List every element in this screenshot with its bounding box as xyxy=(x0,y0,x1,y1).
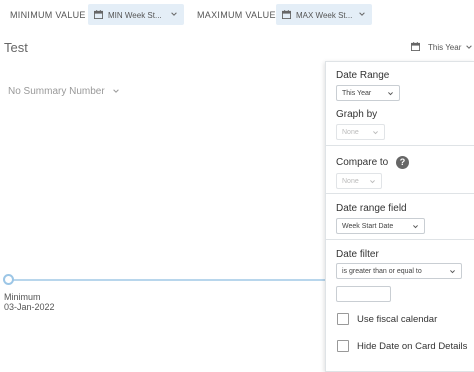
card-title: Test xyxy=(4,40,28,55)
date-filter-dropdown[interactable]: is greater than or equal to xyxy=(336,263,462,279)
chevron-down-icon xyxy=(373,131,378,135)
graph-by-title: Graph by xyxy=(336,109,378,120)
chevron-down-icon xyxy=(113,89,120,94)
slider-min-date: 03-Jan-2022 xyxy=(4,302,55,312)
summary-number-placeholder: No Summary Number xyxy=(8,86,105,97)
compare-value: None xyxy=(342,178,359,185)
hide-date-label: Hide Date on Card Details xyxy=(357,341,468,352)
date-range-title: Date Range xyxy=(336,70,390,81)
date-range-section: Date Range This Year Graph by None xyxy=(326,62,474,146)
date-range-dropdown[interactable]: This Year xyxy=(336,85,400,101)
max-value-text: MAX Week St... xyxy=(296,11,353,20)
date-field-section: Date range field Week Start Date xyxy=(326,194,474,240)
date-filter-section: Date filter is greater than or equal to … xyxy=(326,240,474,372)
calendar-icon xyxy=(411,42,420,51)
calendar-icon xyxy=(282,10,291,19)
max-value-label: MAXIMUM VALUE xyxy=(197,10,276,20)
range-slider-min-handle[interactable] xyxy=(3,274,14,285)
date-filter-value: is greater than or equal to xyxy=(342,268,422,275)
fiscal-calendar-label: Use fiscal calendar xyxy=(357,314,438,325)
min-value-label: MINIMUM VALUE xyxy=(10,10,86,20)
chevron-down-icon xyxy=(370,180,375,184)
filter-bar: MINIMUM VALUE MIN Week St... MAXIMUM VAL… xyxy=(0,0,474,30)
min-value-text: MIN Week St... xyxy=(108,11,162,20)
chevron-down-icon xyxy=(388,92,393,96)
compare-section: Compare to ? None xyxy=(326,146,474,194)
date-settings-panel: Date Range This Year Graph by None Compa… xyxy=(325,61,474,372)
card-date-selector-label: This Year xyxy=(428,43,462,52)
min-value-field[interactable]: MIN Week St... xyxy=(88,4,184,25)
date-field-value: Week Start Date xyxy=(342,223,394,230)
date-field-dropdown[interactable]: Week Start Date xyxy=(336,218,425,234)
summary-number-selector[interactable]: No Summary Number xyxy=(8,86,120,97)
chevron-down-icon xyxy=(450,270,455,274)
compare-dropdown[interactable]: None xyxy=(336,173,382,189)
date-filter-title: Date filter xyxy=(336,249,379,260)
graph-by-dropdown[interactable]: None xyxy=(336,124,385,140)
help-icon[interactable]: ? xyxy=(396,156,409,169)
card-date-selector[interactable]: This Year xyxy=(411,41,473,55)
chevron-down-icon xyxy=(413,225,418,229)
chevron-down-icon xyxy=(466,45,472,49)
calendar-icon xyxy=(94,10,103,19)
graph-by-value: None xyxy=(342,129,359,136)
slider-min-label: Minimum xyxy=(4,292,41,302)
date-field-title: Date range field xyxy=(336,203,407,214)
chevron-down-icon xyxy=(359,12,365,16)
chevron-down-icon xyxy=(171,12,177,16)
hide-date-checkbox[interactable] xyxy=(337,340,349,352)
compare-title: Compare to xyxy=(336,157,389,168)
range-slider-track[interactable] xyxy=(9,279,329,281)
fiscal-calendar-checkbox[interactable] xyxy=(337,313,349,325)
date-filter-input[interactable] xyxy=(336,286,391,302)
date-range-value: This Year xyxy=(342,90,372,97)
max-value-field[interactable]: MAX Week St... xyxy=(276,4,372,25)
